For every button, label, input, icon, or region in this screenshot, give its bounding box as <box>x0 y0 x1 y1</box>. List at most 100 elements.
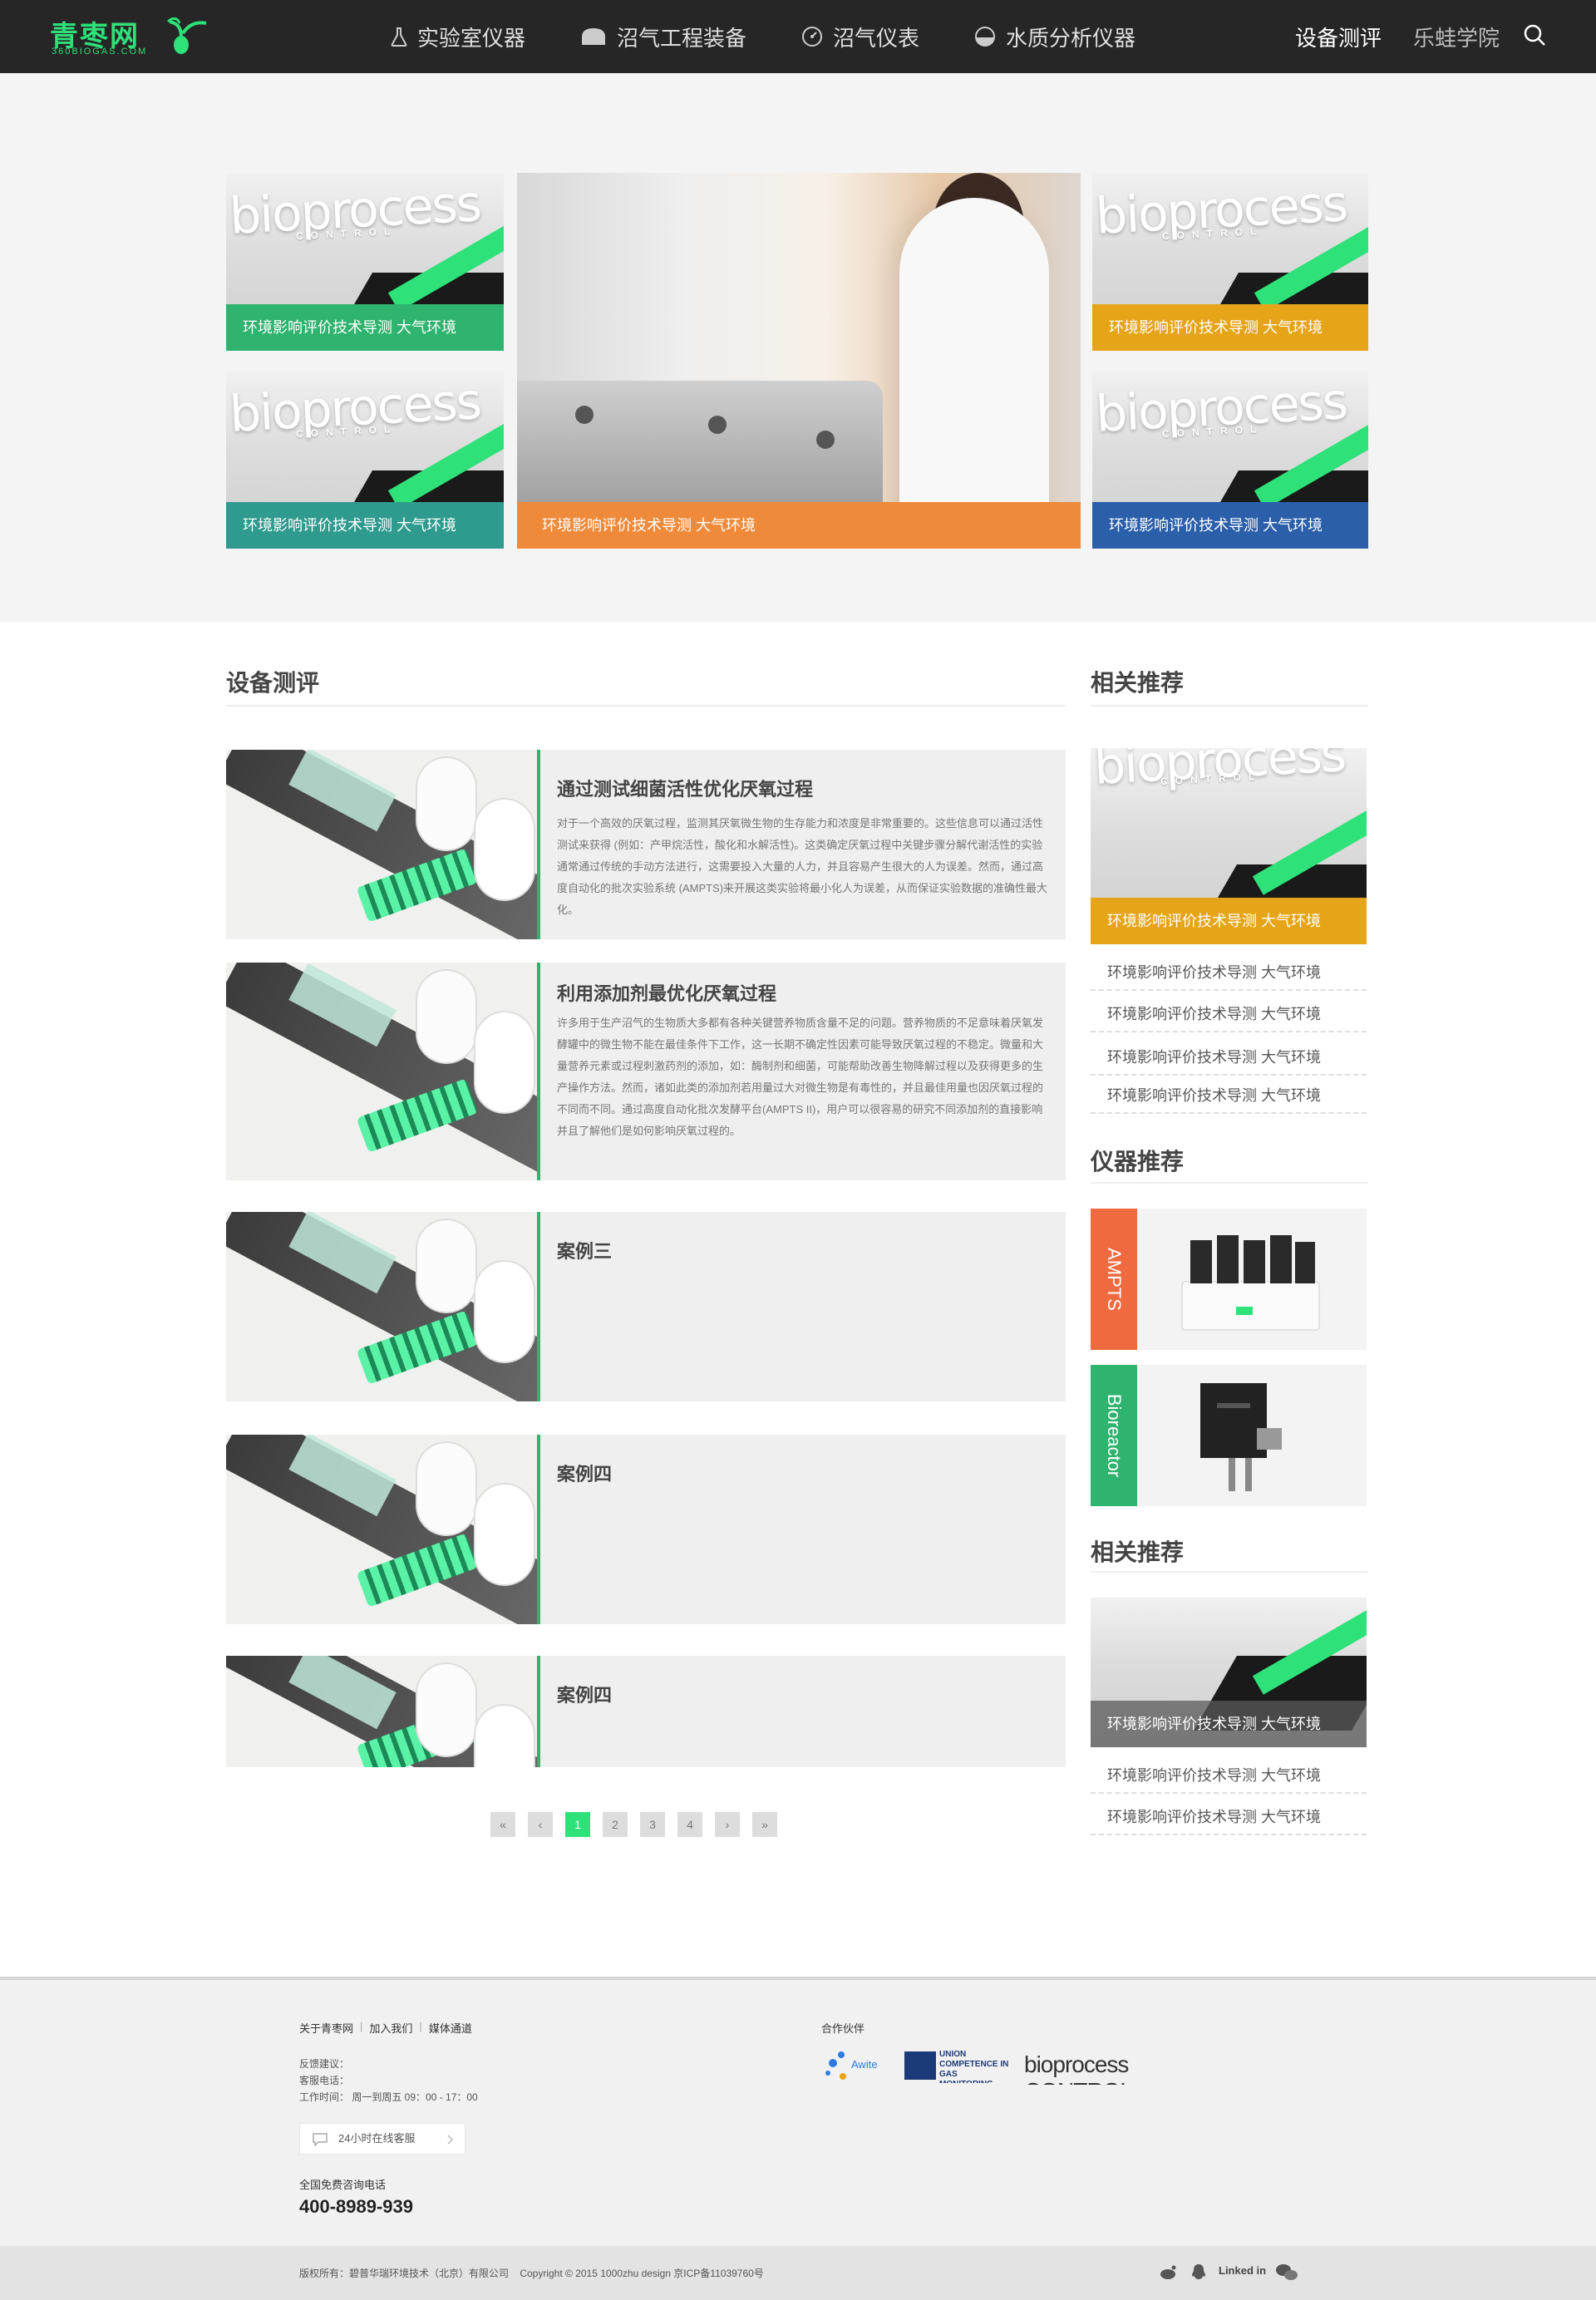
flask-icon <box>391 27 407 47</box>
page-3-button[interactable]: 3 <box>640 1812 665 1837</box>
page-1-button[interactable]: 1 <box>565 1812 590 1837</box>
partner-name: Awite <box>851 2058 878 2071</box>
article-title[interactable]: 案例三 <box>557 1237 612 1263</box>
section-title-related: 相关推荐 <box>1091 670 1185 696</box>
nav-item-lab-instruments[interactable]: 实验室仪器 <box>391 22 525 52</box>
footer: 关于青枣网 | 加入我们 | 媒体通道 反馈建议： 客服电话： 工作时间： 周一… <box>0 1977 1596 2246</box>
related-link[interactable]: 环境影响评价技术导测 大气环境 <box>1091 1757 1367 1794</box>
article-thumbnail <box>226 963 540 1180</box>
footer-links: 关于青枣网 | 加入我们 | 媒体通道 <box>299 2020 472 2036</box>
divider <box>1091 705 1368 707</box>
instrument-tag: AMPTS <box>1091 1209 1137 1350</box>
main-menu: 实验室仪器 沼气工程装备 沼气仪表 水质分析仪器 <box>391 0 1190 73</box>
bolt <box>575 406 594 424</box>
hero-feature-card[interactable]: 环境影响评价技术导测 大气环境 <box>517 173 1081 549</box>
article-title[interactable]: 案例四 <box>557 1460 612 1486</box>
hero-card[interactable]: bioprocess CONTROL 环境影响评价技术导测 大气环境 <box>226 173 504 351</box>
hotline-number: 400-8989-939 <box>299 2196 414 2217</box>
secondary-menu: 设备测评 乐蛙学院 <box>1295 0 1531 73</box>
article-card[interactable]: 案例四 <box>226 1435 1066 1624</box>
article-title[interactable]: 利用添加剂最优化厌氧过程 <box>557 979 776 1006</box>
divider <box>1091 1571 1368 1573</box>
partner-name: UNION COMPETENCE IN GAS MONITORING <box>939 2050 1009 2083</box>
related-link[interactable]: 环境影响评价技术导测 大气环境 <box>1091 1799 1367 1835</box>
hero-card[interactable]: bioprocess CONTROL 环境影响评价技术导测 大气环境 <box>1092 173 1368 351</box>
nav-item-reviews[interactable]: 设备测评 <box>1295 22 1382 52</box>
footer-bottom-bar: 版权所有：碧普华瑞环境技术（北京）有限公司 Copyright © 2015 1… <box>0 2246 1596 2300</box>
article-card[interactable]: 案例四 <box>226 1656 1066 1767</box>
related-link[interactable]: 环境影响评价技术导测 大气环境 <box>1091 1039 1367 1076</box>
gauge-icon <box>802 27 823 47</box>
hero-card[interactable]: bioprocess CONTROL 环境影响评价技术导测 大气环境 <box>226 371 504 549</box>
separator: | <box>419 2020 422 2032</box>
hero-card[interactable]: bioprocess CONTROL 环境影响评价技术导测 大气环境 <box>1092 371 1368 549</box>
top-navbar: 青枣网 360BIOGAS.COM 实验室仪器 沼气工程装备 沼气仪表 水质分析… <box>0 0 1596 73</box>
chat-label: 24小时在线客服 <box>338 2132 416 2145</box>
article-title[interactable]: 案例四 <box>557 1681 612 1707</box>
bolt <box>816 431 835 449</box>
instrument-card-bioreactor[interactable]: Bioreactor <box>1091 1365 1367 1506</box>
qq-icon[interactable] <box>1190 2263 1207 2283</box>
hero-caption: 环境影响评价技术导测 大气环境 <box>1092 502 1368 549</box>
sprout-icon <box>166 17 207 54</box>
hero-caption: 环境影响评价技术导测 大气环境 <box>517 502 1081 549</box>
article-card[interactable]: 案例三 <box>226 1212 1066 1401</box>
hero-banner: bioprocess CONTROL 环境影响评价技术导测 大气环境 biopr… <box>0 73 1596 622</box>
instrument-tag: Bioreactor <box>1091 1365 1137 1506</box>
page-last-button[interactable]: » <box>752 1812 777 1837</box>
nav-item-biogas-meters[interactable]: 沼气仪表 <box>801 22 919 52</box>
related-card[interactable]: 环境影响评价技术导测 大气环境 <box>1091 1598 1367 1747</box>
search-icon[interactable] <box>1523 23 1546 47</box>
partner-logo-bioprocess[interactable]: bioprocess CONTROL <box>1024 2051 1140 2085</box>
page-4-button[interactable]: 4 <box>677 1812 702 1837</box>
wechat-icon[interactable] <box>1275 2263 1298 2283</box>
article-thumbnail <box>226 1212 540 1401</box>
weibo-icon[interactable] <box>1159 2264 1179 2281</box>
page-2-button[interactable]: 2 <box>603 1812 628 1837</box>
related-link[interactable]: 环境影响评价技术导测 大气环境 <box>1091 954 1367 991</box>
partners-title: 合作伙伴 <box>821 2022 865 2035</box>
footer-link-about[interactable]: 关于青枣网 <box>299 2020 353 2036</box>
divider <box>226 705 1066 707</box>
article-card[interactable]: 利用添加剂最优化厌氧过程 许多用于生产沼气的生物质大多都有各种关键营养物质含量不… <box>226 963 1066 1180</box>
page-first-button[interactable]: « <box>490 1812 515 1837</box>
pagination: « ‹ 1 2 3 4 › » <box>490 1812 790 1837</box>
hero-caption: 环境影响评价技术导测 大气环境 <box>1092 304 1368 351</box>
service-phone-label: 客服电话： <box>299 2075 350 2086</box>
related-card[interactable]: bioprocess CONTROL 环境影响评价技术导测 大气环境 <box>1091 748 1367 944</box>
nav-item-water-analysis[interactable]: 水质分析仪器 <box>974 22 1135 52</box>
bolt <box>708 416 727 434</box>
copyright: 版权所有：碧普华瑞环境技术（北京）有限公司 Copyright © 2015 1… <box>299 2268 764 2279</box>
article-thumbnail <box>226 1435 540 1624</box>
instrument-card-ampts[interactable]: AMPTS <box>1091 1209 1367 1350</box>
section-title-related-2: 相关推荐 <box>1091 1539 1185 1565</box>
logo-domain: 360BIOGAS.COM <box>52 47 148 57</box>
footer-link-join[interactable]: 加入我们 <box>369 2020 412 2036</box>
nav-label: 沼气工程装备 <box>617 25 747 51</box>
related-caption: 环境影响评价技术导测 大气环境 <box>1091 898 1367 944</box>
partner-logo-awite[interactable]: Awite <box>821 2046 888 2088</box>
footer-link-media[interactable]: 媒体通道 <box>429 2020 472 2036</box>
article-excerpt: 许多用于生产沼气的生物质大多都有各种关键营养物质含量不足的问题。营养物质的不足意… <box>557 1017 1044 1137</box>
page-prev-button[interactable]: ‹ <box>528 1812 553 1837</box>
related-caption: 环境影响评价技术导测 大气环境 <box>1091 1701 1367 1747</box>
related-link[interactable]: 环境影响评价技术导测 大气环境 <box>1091 1077 1367 1114</box>
hero-caption: 环境影响评价技术导测 大气环境 <box>226 304 504 351</box>
nav-item-academy[interactable]: 乐蛙学院 <box>1413 22 1500 52</box>
tank-icon <box>582 28 606 45</box>
site-logo[interactable]: 青枣网 360BIOGAS.COM <box>50 12 216 62</box>
article-thumbnail <box>226 1656 540 1767</box>
online-chat-button[interactable]: 24小时在线客服 <box>299 2123 466 2155</box>
nav-item-biogas-equipment[interactable]: 沼气工程装备 <box>580 22 746 52</box>
work-hours: 工作时间： 周一到周五 09：00 - 17：00 <box>299 2091 478 2103</box>
related-link[interactable]: 环境影响评价技术导测 大气环境 <box>1091 996 1367 1032</box>
feedback-label: 反馈建议： <box>299 2058 350 2070</box>
article-card[interactable]: 通过测试细菌活性优化厌氧过程 对于一个高效的厌氧过程，监测其厌氧微生物的生存能力… <box>226 750 1066 939</box>
partner-logo-union[interactable]: UNION COMPETENCE IN GAS MONITORING <box>904 2050 1012 2083</box>
section-title-instruments: 仪器推荐 <box>1091 1149 1185 1175</box>
article-title[interactable]: 通过测试细菌活性优化厌氧过程 <box>557 775 813 801</box>
page-next-button[interactable]: › <box>715 1812 740 1837</box>
linkedin-icon[interactable]: Linked in <box>1219 2264 1266 2277</box>
nav-label: 沼气仪表 <box>833 25 920 51</box>
article-thumbnail <box>226 750 540 939</box>
